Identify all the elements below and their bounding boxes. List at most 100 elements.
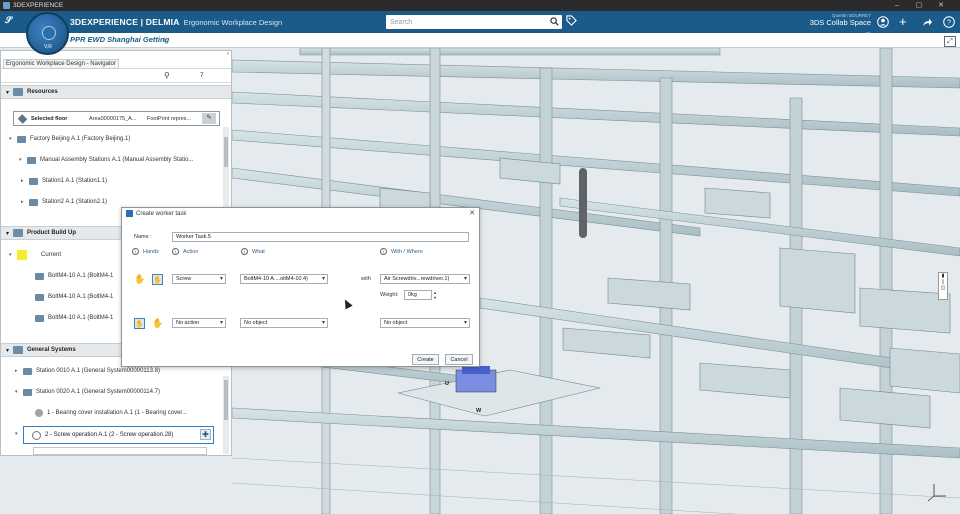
with-select-row2[interactable]: No object bbox=[380, 318, 470, 328]
minimize-icon[interactable]: – bbox=[888, 0, 906, 11]
tree-item-station2[interactable]: ▸ Station2 A.1 (Station2.1) bbox=[21, 195, 107, 209]
right-hand-selected-icon[interactable]: ✋ bbox=[152, 274, 163, 285]
factory-icon bbox=[17, 135, 26, 143]
navigator-title[interactable]: Ergonomic Workplace Design - Navigator bbox=[3, 59, 119, 69]
tree-item-bearing-cover[interactable]: 1 - Bearing cover installation A.1 (1 - … bbox=[35, 406, 187, 420]
with-select-row1[interactable]: Air Screwdriv...rewdriver.1) bbox=[380, 274, 470, 284]
station-icon bbox=[29, 177, 38, 185]
add-task-button[interactable]: ✚ bbox=[200, 429, 211, 440]
name-field[interactable]: Worker Task.5 bbox=[172, 232, 469, 242]
section-general-label: General Systems bbox=[27, 347, 76, 353]
tree-item-label: Station1 A.1 (Station1.1) bbox=[42, 178, 108, 184]
action-header-label: Action bbox=[183, 248, 199, 255]
what-select-row2[interactable]: No object bbox=[240, 318, 328, 328]
tree-item-station-0020[interactable]: ▾ Station 0020 A.1 (General System000001… bbox=[15, 385, 160, 399]
expand-arrow-icon[interactable]: ▸ bbox=[21, 178, 29, 184]
tree-item-screw-operation[interactable]: 2 - Screw operation A.1 (2 - Screw opera… bbox=[23, 426, 214, 444]
close-icon[interactable]: ✕ bbox=[469, 209, 475, 217]
axis-triad-icon bbox=[927, 480, 950, 504]
create-button[interactable]: Create bbox=[412, 354, 439, 365]
info-icon[interactable]: i bbox=[241, 248, 248, 255]
add-icon[interactable]: + bbox=[899, 15, 911, 28]
axis-label-w: W bbox=[476, 408, 482, 414]
dialog-title: Create worker task bbox=[136, 210, 187, 217]
tree-item-bolt[interactable]: BoltM4-10 A.1 (BoltM4-1 bbox=[35, 269, 113, 283]
info-icon[interactable]: i bbox=[172, 248, 179, 255]
what-select-row1[interactable]: BoltM4-10 A....oltM4-10.4) bbox=[240, 274, 328, 284]
selected-floor-row[interactable]: Selected floor Area00000175_A... FootPri… bbox=[13, 111, 220, 126]
compass-widget[interactable]: V,R bbox=[26, 12, 69, 55]
navigator-header: Ergonomic Workplace Design - Navigator ‹ bbox=[1, 51, 231, 69]
collapse-panel-icon[interactable]: ‹ bbox=[227, 51, 229, 57]
right-hand-icon[interactable]: ✋ bbox=[152, 318, 163, 329]
tree-item-bolt[interactable]: BoltM4-10 A.1 (BoltM4-1 bbox=[35, 311, 113, 325]
weight-field[interactable]: 0kg bbox=[404, 290, 432, 300]
general-systems-icon bbox=[13, 346, 24, 354]
left-hand-icon[interactable]: ✋ bbox=[134, 274, 145, 285]
search-input[interactable]: Search bbox=[386, 15, 562, 29]
collapse-arrow-icon[interactable]: ▾ bbox=[6, 347, 9, 354]
search-icon[interactable] bbox=[550, 17, 559, 28]
tree-item-current[interactable]: ▾ Current bbox=[9, 248, 61, 262]
info-icon[interactable]: i bbox=[132, 248, 139, 255]
tab-ppr-ewd[interactable]: PPR EWD Shanghai Getting bbox=[70, 35, 169, 47]
collapse-arrow-icon[interactable]: ▾ bbox=[6, 230, 9, 237]
info-icon[interactable]: i bbox=[380, 248, 387, 255]
navigator-toolbar: ⚲ 7 bbox=[1, 69, 231, 83]
user-avatar-icon[interactable] bbox=[877, 16, 889, 28]
help-icon[interactable]: ? bbox=[943, 16, 955, 28]
app-icon bbox=[3, 2, 10, 9]
action-select-row2[interactable]: No action bbox=[172, 318, 226, 328]
maximize-icon[interactable]: ▢ bbox=[910, 0, 928, 11]
compass-play-icon[interactable] bbox=[42, 26, 56, 40]
section-resources[interactable]: ▾ Resources bbox=[1, 85, 231, 99]
scroll-thumb[interactable] bbox=[224, 380, 228, 420]
expand-arrow-icon[interactable]: ▾ bbox=[15, 389, 23, 395]
left-hand-selected-icon[interactable]: ✋ bbox=[134, 318, 145, 329]
tree-item-label: Station 0010 A.1 (General System00000113… bbox=[36, 368, 160, 374]
share-icon[interactable] bbox=[921, 16, 933, 28]
expand-arrow-icon[interactable]: ▸ bbox=[21, 199, 29, 205]
collapse-arrow-icon[interactable]: ▾ bbox=[6, 89, 9, 96]
close-window-icon[interactable]: ✕ bbox=[932, 0, 950, 11]
task-input-strip[interactable] bbox=[33, 447, 207, 455]
action-select-row1[interactable]: Screw bbox=[172, 274, 226, 284]
app-name: Ergonomic Workplace Design bbox=[183, 17, 283, 27]
operation-gear-icon bbox=[35, 409, 43, 417]
tree-item-station1[interactable]: ▸ Station1 A.1 (Station1.1) bbox=[21, 174, 107, 188]
view-side-control[interactable]: ▮ ▯ ◫ bbox=[938, 272, 948, 300]
expand-arrow-icon[interactable]: ▾ bbox=[15, 431, 23, 437]
filter-icon[interactable]: ⚲ bbox=[164, 71, 170, 80]
new-tab-icon[interactable]: + bbox=[162, 35, 167, 45]
tree-item-label: BoltM4-10 A.1 (BoltM4-1 bbox=[48, 294, 114, 300]
tree-item-label: Station2 A.1 (Station2.1) bbox=[42, 199, 108, 205]
action-header: i Action bbox=[172, 248, 198, 255]
tag-icon[interactable] bbox=[566, 15, 577, 28]
expand-arrow-icon[interactable]: ▸ bbox=[15, 368, 23, 374]
search-placeholder: Search bbox=[390, 18, 413, 26]
what-header-label: What bbox=[252, 248, 265, 255]
expand-icon[interactable]: ⤢ bbox=[944, 36, 956, 47]
dialog-title-bar: Create worker task ✕ bbox=[122, 208, 479, 219]
compass-label: V,R bbox=[44, 44, 52, 50]
collab-space-label: 3DS Collab Space bbox=[809, 18, 871, 27]
scroll-thumb[interactable] bbox=[224, 137, 228, 167]
tree-item-factory[interactable]: ▾ Factory Beijing A.1 (Factory Beijing.1… bbox=[9, 132, 130, 146]
selected-floor-value: Area00000175_A... bbox=[89, 115, 137, 122]
dialog-icon bbox=[126, 210, 133, 217]
tree-item-manual-assembly[interactable]: ▾ Manual Assembly Stations A.1 (Manual A… bbox=[19, 153, 193, 167]
expand-arrow-icon[interactable]: ▾ bbox=[19, 157, 27, 163]
tree-item-bolt[interactable]: BoltM4-10 A.1 (BoltM4-1 bbox=[35, 290, 113, 304]
tree-item-label: BoltM4-10 A.1 (BoltM4-1 bbox=[48, 273, 114, 279]
weight-spinner-icon[interactable]: ▲ ▼ bbox=[432, 290, 438, 300]
cancel-button[interactable]: Cancel bbox=[445, 354, 473, 365]
expand-arrow-screw[interactable]: ▾ bbox=[15, 427, 23, 441]
expand-arrow-icon[interactable]: ▾ bbox=[9, 136, 17, 142]
general-scrollbar[interactable] bbox=[223, 376, 229, 454]
stations-icon bbox=[27, 156, 36, 164]
bolt-icon bbox=[35, 314, 44, 322]
expand-arrow-icon[interactable]: ▾ bbox=[9, 252, 17, 258]
os-title: 3DEXPERIENCE bbox=[13, 2, 64, 9]
current-color-icon bbox=[17, 250, 27, 260]
edit-pencil-icon[interactable]: ✎ bbox=[202, 113, 216, 124]
